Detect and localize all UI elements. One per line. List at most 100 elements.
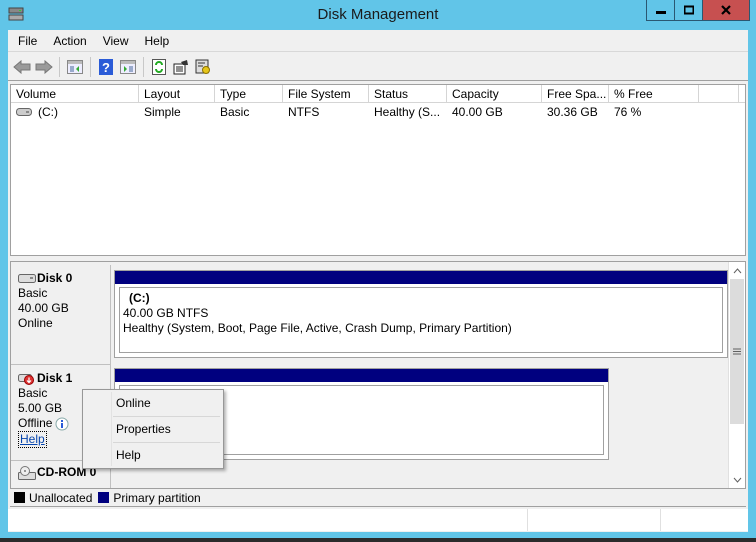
- show-hide-console-tree-button[interactable]: [64, 56, 86, 78]
- menu-bar: File Action View Help: [8, 30, 748, 52]
- scroll-up-arrow[interactable]: [729, 262, 745, 279]
- column-header-empty: [699, 85, 739, 102]
- volume-list: Volume Layout Type File System Status Ca…: [10, 84, 746, 256]
- status-pane-2: [528, 509, 661, 531]
- disk-0-state: Online: [18, 316, 53, 330]
- disk-icon: [18, 274, 36, 283]
- scroll-down-arrow[interactable]: [729, 471, 745, 488]
- primary-partition-swatch: [98, 492, 110, 503]
- title-bar[interactable]: Disk Management: [0, 0, 756, 30]
- minimize-button[interactable]: [647, 0, 675, 20]
- show-hide-action-pane-icon: [120, 59, 136, 74]
- disk-1-title: Disk 1: [18, 371, 110, 386]
- legend-primary-partition: Primary partition: [113, 490, 201, 505]
- table-row[interactable]: (C:) Simple Basic NTFS Healthy (S... 40.…: [11, 103, 745, 121]
- volume-drive-icon: [16, 108, 32, 116]
- refresh-icon: [152, 58, 166, 75]
- status-bar: [8, 509, 748, 531]
- column-header-type[interactable]: Type: [215, 85, 283, 102]
- column-header-file-system[interactable]: File System: [283, 85, 369, 102]
- status-pane-1: [8, 509, 528, 531]
- disk-1-state: Offline: [18, 416, 53, 430]
- column-header-percent-free[interactable]: % Free: [609, 85, 699, 102]
- menu-action[interactable]: Action: [45, 34, 94, 48]
- cell-free-space: 30.36 GB: [547, 105, 598, 119]
- column-header-layout[interactable]: Layout: [139, 85, 215, 102]
- cell-file-system: NTFS: [288, 105, 320, 119]
- cell-layout: Simple: [144, 105, 181, 119]
- legend: Unallocated Primary partition: [10, 489, 746, 507]
- back-button[interactable]: [11, 56, 33, 78]
- disk-0-type: Basic: [18, 286, 48, 300]
- chevron-up-icon: [733, 267, 741, 273]
- context-menu: Online Properties Help: [82, 389, 224, 469]
- disk-0-label[interactable]: Disk 0 Basic 40.00 GB Online: [11, 265, 111, 365]
- disk-0-title: Disk 0: [18, 271, 110, 286]
- menu-help[interactable]: Help: [137, 34, 178, 48]
- column-header-status[interactable]: Status: [369, 85, 447, 102]
- cell-capacity: 40.00 GB: [452, 105, 503, 119]
- cell-volume: (C:): [11, 103, 139, 121]
- cdrom-icon: [18, 465, 36, 480]
- partition-c-label: (C:): [129, 291, 150, 305]
- column-header-volume[interactable]: Volume: [11, 85, 139, 102]
- partition-c[interactable]: (C:) 40.00 GB NTFS Healthy (System, Boot…: [114, 270, 728, 358]
- close-button[interactable]: [703, 0, 749, 20]
- scrollbar-thumb[interactable]: [730, 279, 744, 424]
- vertical-scrollbar[interactable]: [728, 262, 745, 488]
- partition-c-status: Healthy (System, Boot, Page File, Active…: [123, 321, 512, 335]
- toolbar-separator: [59, 56, 60, 77]
- close-icon: [721, 5, 731, 15]
- forward-button[interactable]: [33, 56, 55, 78]
- disk-0-name: Disk 0: [37, 271, 73, 285]
- context-menu-help[interactable]: Help: [116, 443, 220, 467]
- refresh-button[interactable]: [148, 56, 170, 78]
- menu-file[interactable]: File: [10, 34, 45, 48]
- primary-partition-bar: [115, 369, 608, 382]
- partition-c-size-fs: 40.00 GB NTFS: [123, 306, 209, 320]
- partition-c-details: (C:) 40.00 GB NTFS Healthy (System, Boot…: [119, 287, 723, 353]
- menu-view[interactable]: View: [95, 34, 137, 48]
- cell-type: Basic: [220, 105, 250, 119]
- column-header-capacity[interactable]: Capacity: [447, 85, 542, 102]
- disk-0-size: 40.00 GB: [18, 301, 69, 315]
- column-header-free-space[interactable]: Free Spa...: [542, 85, 609, 102]
- help-button[interactable]: ?: [95, 56, 117, 78]
- disk-0-row: Disk 0 Basic 40.00 GB Online (C:) 40.00 …: [11, 265, 729, 365]
- disk-management-window: Disk Management File Action View Help ? …: [0, 0, 756, 538]
- cell-status: Healthy (S...: [374, 105, 441, 119]
- maximize-button[interactable]: [675, 0, 703, 20]
- toolbar-separator: [143, 56, 144, 77]
- toolbar: ?: [8, 53, 748, 81]
- properties-button[interactable]: [170, 56, 192, 78]
- properties-icon: [173, 59, 188, 74]
- minimize-icon: [655, 11, 666, 14]
- info-icon[interactable]: [55, 417, 69, 431]
- window-title: Disk Management: [317, 6, 439, 23]
- disk-1-name: Disk 1: [37, 371, 73, 385]
- volume-name: (C:): [38, 105, 58, 119]
- show-hide-console-tree-icon: [67, 59, 83, 74]
- status-pane-3: [661, 509, 748, 531]
- chevron-down-icon: [733, 477, 741, 483]
- disk-1-help-link[interactable]: Help: [18, 431, 47, 448]
- back-icon: [13, 59, 31, 74]
- window-controls: [646, 0, 750, 21]
- legend-unallocated: Unallocated: [29, 490, 93, 505]
- show-hide-action-pane-button[interactable]: [117, 56, 139, 78]
- help-icon: ?: [99, 58, 113, 75]
- context-menu-gutter: [111, 392, 112, 466]
- cell-percent-free: 76 %: [614, 105, 642, 119]
- settings-icon: [195, 59, 210, 74]
- context-menu-properties[interactable]: Properties: [116, 417, 220, 441]
- unallocated-swatch: [14, 492, 25, 503]
- volume-list-header: Volume Layout Type File System Status Ca…: [11, 85, 745, 103]
- primary-partition-bar: [115, 271, 727, 284]
- svg-text:?: ?: [102, 60, 110, 75]
- toolbar-separator: [90, 56, 91, 77]
- context-menu-online[interactable]: Online: [116, 391, 220, 415]
- grip-icon: [733, 348, 741, 355]
- settings-button[interactable]: [192, 56, 214, 78]
- maximize-icon: [683, 5, 694, 15]
- forward-icon: [35, 59, 53, 74]
